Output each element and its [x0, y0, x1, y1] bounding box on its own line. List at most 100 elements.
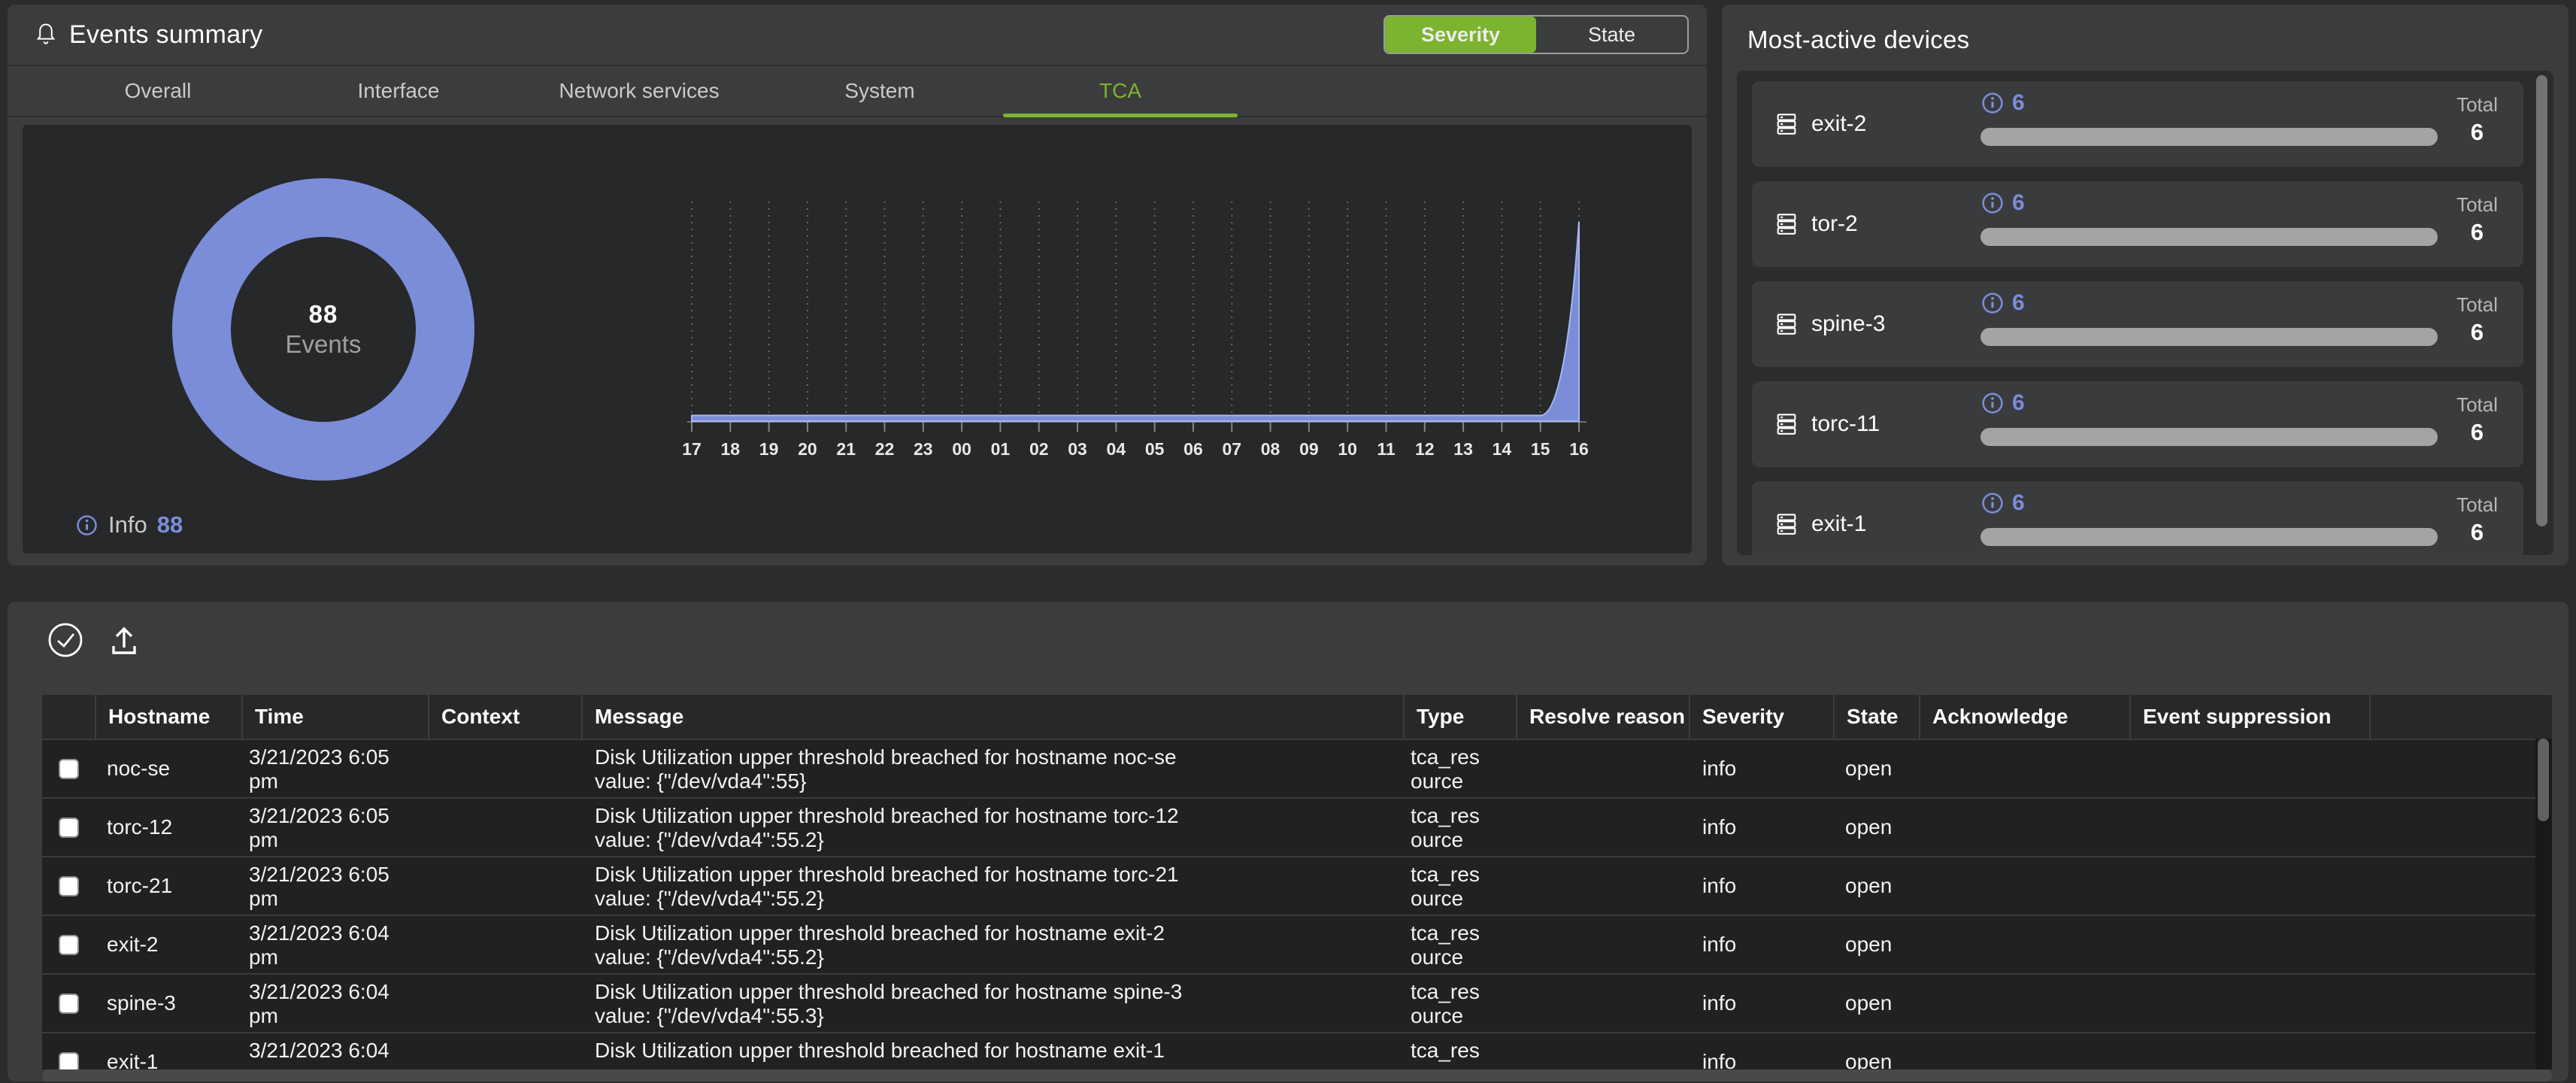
column-header-hostname[interactable]: Hostname [95, 695, 241, 739]
table-toolbar [45, 620, 144, 660]
device-total-label: Total [2456, 193, 2498, 217]
row-checkbox[interactable] [59, 994, 79, 1014]
toggle-option-label: State [1588, 23, 1635, 47]
cell-acknowledge [1919, 740, 2129, 797]
column-header-acknowledge[interactable]: Acknowledge [1919, 695, 2129, 739]
most-active-devices-panel: Most-active devices exit-2 6 Total [1722, 5, 2568, 566]
svg-text:20: 20 [798, 439, 817, 459]
svg-text:14: 14 [1493, 439, 1512, 459]
column-header-state[interactable]: State [1833, 695, 1919, 739]
cell-severity: info [1689, 1033, 1833, 1069]
cell-acknowledge [1919, 799, 2129, 856]
device-info-count: 6 [1980, 490, 2025, 516]
cell-state: open [1833, 916, 1919, 973]
tab-network-services[interactable]: Network services [519, 66, 759, 116]
severity-toggle-button[interactable]: Severity [1385, 17, 1536, 53]
cell-resolve-reason [1516, 975, 1689, 1032]
cell-acknowledge [1919, 916, 2129, 973]
device-progress-bar [1980, 228, 2438, 246]
column-header-message[interactable]: Message [581, 695, 1403, 739]
column-header-type[interactable]: Type [1403, 695, 1516, 739]
svg-text:10: 10 [1338, 439, 1357, 459]
device-name-wrap: torc-11 [1773, 381, 1880, 467]
device-total-value: 6 [2456, 519, 2498, 546]
cell-type: tca_res ource [1403, 1033, 1516, 1069]
cell-resolve-reason [1516, 740, 1689, 797]
device-total: Total 6 [2456, 393, 2498, 446]
cell-resolve-reason [1516, 916, 1689, 973]
svg-text:18: 18 [721, 439, 741, 459]
tab-tca[interactable]: TCA [1000, 66, 1241, 116]
cell-filler [2369, 975, 2552, 1032]
cell-severity: info [1689, 740, 1833, 797]
column-header-time[interactable]: Time [241, 695, 428, 739]
cell-state: open [1833, 799, 1919, 856]
svg-text:17: 17 [682, 439, 702, 459]
table-row-torc-21[interactable]: torc-21 3/21/2023 6:05 pm Disk Utilizati… [42, 856, 2552, 915]
cell-message: Disk Utilization upper threshold breache… [581, 916, 1403, 973]
tab-interface[interactable]: Interface [278, 66, 519, 116]
column-header-context[interactable]: Context [428, 695, 581, 739]
table-row-exit-2[interactable]: exit-2 3/21/2023 6:04 pm Disk Utilizatio… [42, 915, 2552, 973]
device-card-exit-1[interactable]: exit-1 6 Total 6 [1752, 481, 2523, 555]
cell-resolve-reason [1516, 1033, 1689, 1069]
svg-text:19: 19 [759, 439, 779, 459]
table-row-spine-3[interactable]: spine-3 3/21/2023 6:04 pm Disk Utilizati… [42, 973, 2552, 1032]
cell-event-suppression [2129, 916, 2369, 973]
row-checkbox[interactable] [59, 818, 79, 838]
cell-acknowledge [1919, 975, 2129, 1032]
cell-acknowledge [1919, 857, 2129, 915]
table-horizontal-scrollbar[interactable] [42, 1069, 2552, 1081]
cell-hostname: spine-3 [95, 975, 241, 1032]
row-checkbox[interactable] [59, 935, 79, 955]
device-info-count: 6 [1980, 390, 2025, 416]
device-name-wrap: exit-1 [1773, 481, 1866, 555]
table-row-exit-1[interactable]: exit-1 3/21/2023 6:04 pm Disk Utilizatio… [42, 1032, 2552, 1069]
toggle-option-label: Severity [1421, 23, 1500, 47]
device-total-value: 6 [2456, 319, 2498, 346]
device-card-torc-11[interactable]: torc-11 6 Total 6 [1752, 381, 2523, 467]
column-header-severity[interactable]: Severity [1689, 695, 1833, 739]
legend-info[interactable]: Info 88 [75, 511, 183, 538]
svg-text:00: 00 [952, 439, 971, 459]
donut-label: Events [286, 330, 362, 359]
row-checkbox[interactable] [59, 759, 79, 779]
table-row-noc-se[interactable]: noc-se 3/21/2023 6:05 pm Disk Utilizatio… [42, 739, 2552, 797]
device-name-wrap: spine-3 [1773, 281, 1885, 367]
server-icon [1773, 211, 1800, 237]
column-header-resolve-reason[interactable]: Resolve reason [1516, 695, 1689, 739]
tab-overall[interactable]: Overall [38, 66, 278, 116]
server-icon [1773, 411, 1800, 437]
table-vertical-scrollbar-thumb[interactable] [2538, 739, 2549, 821]
cell-time: 3/21/2023 6:05 pm [241, 857, 428, 915]
cell-type: tca_res ource [1403, 916, 1516, 973]
svg-text:02: 02 [1029, 439, 1049, 459]
cell-event-suppression [2129, 1033, 2369, 1069]
cell-state: open [1833, 857, 1919, 915]
device-info-count-value: 6 [2012, 190, 2025, 216]
devices-scrollbar-thumb[interactable] [2536, 75, 2547, 526]
column-header-event-suppression[interactable]: Event suppression [2129, 695, 2369, 739]
export-button[interactable] [104, 620, 144, 660]
table-row-torc-12[interactable]: torc-12 3/21/2023 6:05 pm Disk Utilizati… [42, 797, 2552, 856]
row-checkbox[interactable] [59, 876, 79, 896]
acknowledge-button[interactable] [45, 620, 86, 660]
device-total: Total 6 [2456, 493, 2498, 546]
tca-chart-region: 88 Events 171819202122230001020304050607… [23, 125, 1692, 554]
row-checkbox[interactable] [59, 1052, 79, 1070]
cell-select [42, 975, 95, 1032]
cell-time: 3/21/2023 6:04 pm [241, 1033, 428, 1069]
server-icon [1773, 311, 1800, 337]
cell-message: Disk Utilization upper threshold breache… [581, 857, 1403, 915]
column-header-select[interactable] [42, 695, 95, 739]
cell-event-suppression [2129, 975, 2369, 1032]
tab-system[interactable]: System [759, 66, 1000, 116]
table-vertical-scrollbar[interactable] [2535, 739, 2552, 1069]
device-card-tor-2[interactable]: tor-2 6 Total 6 [1752, 181, 2523, 267]
cell-event-suppression [2129, 857, 2369, 915]
device-card-spine-3[interactable]: spine-3 6 Total 6 [1752, 281, 2523, 367]
state-toggle-button[interactable]: State [1536, 17, 1687, 53]
svg-text:04: 04 [1107, 439, 1126, 459]
device-card-exit-2[interactable]: exit-2 6 Total 6 [1752, 81, 2523, 167]
device-info-count-value: 6 [2012, 90, 2025, 116]
